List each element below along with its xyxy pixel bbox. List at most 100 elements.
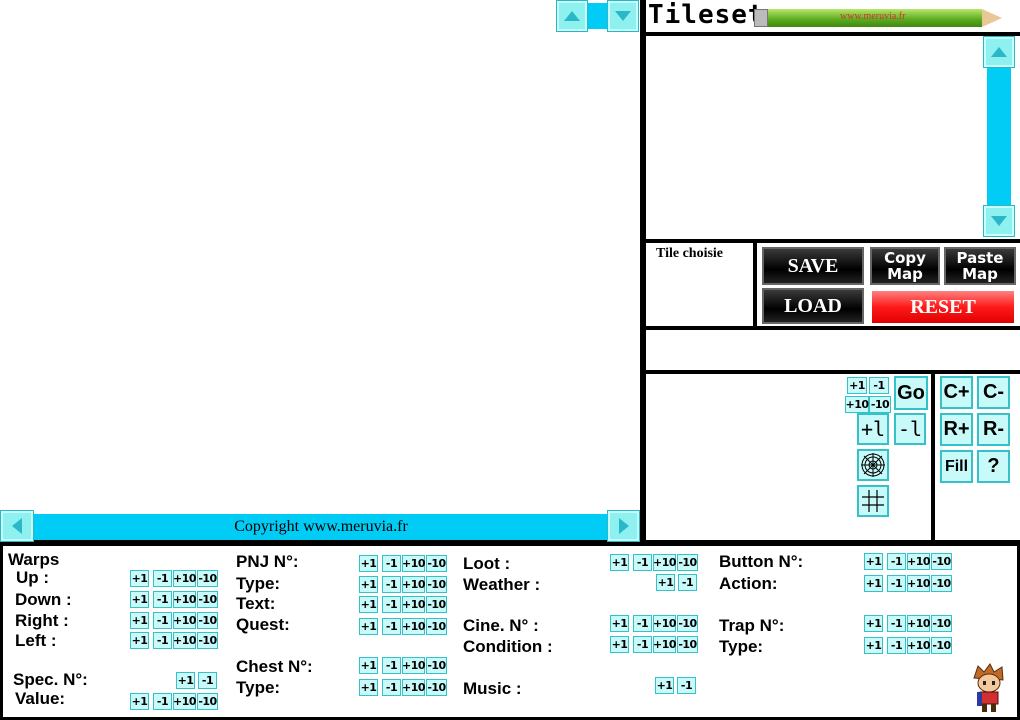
chest-type-minus10-button[interactable]: -10 [426, 679, 447, 696]
value-plus10-button[interactable]: +10 [173, 693, 197, 710]
warp-right-minus10-button[interactable]: -10 [197, 612, 218, 629]
go-button[interactable]: Go [894, 376, 928, 410]
action-minus1-button[interactable]: -1 [887, 575, 906, 592]
button-number-minus10-button[interactable]: -10 [931, 553, 952, 570]
column-add-button[interactable]: C+ [940, 376, 973, 409]
map-scroll-right-button[interactable] [607, 510, 640, 542]
chest-minus1-button[interactable]: -1 [382, 657, 401, 674]
pnj-type-plus10-button[interactable]: +10 [402, 576, 426, 593]
button-number-minus1-button[interactable]: -1 [887, 553, 906, 570]
warp-left-plus10-button[interactable]: +10 [173, 632, 197, 649]
cine-plus10-button[interactable]: +10 [653, 615, 677, 632]
loot-minus1-button[interactable]: -1 [633, 554, 652, 571]
chest-plus1-button[interactable]: +1 [359, 657, 378, 674]
weather-minus1-button[interactable]: -1 [678, 574, 697, 591]
quest-minus1-button[interactable]: -1 [382, 618, 401, 635]
condition-minus1-button[interactable]: -1 [633, 636, 652, 653]
tool-plus1-button[interactable]: +1 [847, 377, 867, 394]
chest-type-minus1-button[interactable]: -1 [382, 679, 401, 696]
condition-minus10-button[interactable]: -10 [677, 636, 698, 653]
pnj-text-minus10-button[interactable]: -10 [426, 596, 447, 613]
music-minus1-button[interactable]: -1 [677, 677, 696, 694]
row-add-button[interactable]: R+ [940, 413, 973, 446]
trap-plus1-button[interactable]: +1 [864, 615, 883, 632]
loot-plus1-button[interactable]: +1 [610, 554, 629, 571]
tileset-vertical-scrollbar[interactable] [987, 68, 1011, 206]
value-plus1-button[interactable]: +1 [130, 693, 149, 710]
warp-up-minus1-button[interactable]: -1 [153, 570, 172, 587]
loot-plus10-button[interactable]: +10 [653, 554, 677, 571]
fill-button[interactable]: Fill [940, 450, 973, 483]
map-horizontal-scrollbar[interactable]: Copyright www.meruvia.fr [34, 514, 608, 540]
pnj-type-minus10-button[interactable]: -10 [426, 576, 447, 593]
warp-left-minus10-button[interactable]: -10 [197, 632, 218, 649]
save-button[interactable]: SAVE [762, 247, 864, 285]
warp-up-plus10-button[interactable]: +10 [173, 570, 197, 587]
load-button[interactable]: LOAD [762, 288, 864, 324]
warp-down-minus1-button[interactable]: -1 [153, 591, 172, 608]
chest-type-plus1-button[interactable]: +1 [359, 679, 378, 696]
warp-right-plus1-button[interactable]: +1 [130, 612, 149, 629]
chest-plus10-button[interactable]: +10 [402, 657, 426, 674]
trap-type-minus1-button[interactable]: -1 [887, 637, 906, 654]
chest-type-plus10-button[interactable]: +10 [402, 679, 426, 696]
pnj-minus10-button[interactable]: -10 [426, 555, 447, 572]
trap-minus10-button[interactable]: -10 [931, 615, 952, 632]
pnj-plus1-button[interactable]: +1 [359, 555, 378, 572]
warp-up-plus1-button[interactable]: +1 [130, 570, 149, 587]
warp-down-plus1-button[interactable]: +1 [130, 591, 149, 608]
remove-layer-button[interactable]: -l [894, 413, 926, 445]
button-number-plus1-button[interactable]: +1 [864, 553, 883, 570]
map-scroll-up-button[interactable] [556, 0, 588, 32]
chest-minus10-button[interactable]: -10 [426, 657, 447, 674]
pnj-text-minus1-button[interactable]: -1 [382, 596, 401, 613]
trap-minus1-button[interactable]: -1 [887, 615, 906, 632]
tileset-scroll-up-button[interactable] [983, 36, 1015, 68]
tool-plus10-button[interactable]: +10 [845, 396, 869, 413]
action-plus1-button[interactable]: +1 [864, 575, 883, 592]
quest-plus10-button[interactable]: +10 [402, 618, 426, 635]
cine-minus10-button[interactable]: -10 [677, 615, 698, 632]
warp-down-plus10-button[interactable]: +10 [173, 591, 197, 608]
map-scroll-left-button[interactable] [0, 510, 34, 542]
pnj-text-plus1-button[interactable]: +1 [359, 596, 378, 613]
value-minus10-button[interactable]: -10 [197, 693, 218, 710]
trap-type-plus10-button[interactable]: +10 [907, 637, 931, 654]
add-layer-button[interactable]: +l [857, 413, 889, 445]
quest-plus1-button[interactable]: +1 [359, 618, 378, 635]
tileset-scroll-down-button[interactable] [983, 205, 1015, 237]
map-vertical-scrollbar[interactable] [588, 3, 608, 29]
tool-minus10-button[interactable]: -10 [869, 396, 891, 413]
action-minus10-button[interactable]: -10 [931, 575, 952, 592]
reset-button[interactable]: RESET [872, 291, 1014, 323]
warp-right-plus10-button[interactable]: +10 [173, 612, 197, 629]
warp-down-minus10-button[interactable]: -10 [197, 591, 218, 608]
trap-type-plus1-button[interactable]: +1 [864, 637, 883, 654]
help-button[interactable]: ? [977, 450, 1010, 483]
grid-button[interactable] [857, 485, 889, 517]
warp-right-minus1-button[interactable]: -1 [153, 612, 172, 629]
pnj-minus1-button[interactable]: -1 [382, 555, 401, 572]
button-number-plus10-button[interactable]: +10 [907, 553, 931, 570]
cine-minus1-button[interactable]: -1 [633, 615, 652, 632]
value-minus1-button[interactable]: -1 [153, 693, 172, 710]
column-remove-button[interactable]: C- [977, 376, 1010, 409]
map-scroll-down-button[interactable] [607, 0, 639, 32]
loot-minus10-button[interactable]: -10 [677, 554, 698, 571]
web-button[interactable] [857, 449, 889, 481]
music-plus1-button[interactable]: +1 [655, 677, 674, 694]
weather-plus1-button[interactable]: +1 [656, 574, 675, 591]
pnj-plus10-button[interactable]: +10 [402, 555, 426, 572]
warp-up-minus10-button[interactable]: -10 [197, 570, 218, 587]
row-remove-button[interactable]: R- [977, 413, 1010, 446]
action-plus10-button[interactable]: +10 [907, 575, 931, 592]
trap-plus10-button[interactable]: +10 [907, 615, 931, 632]
trap-type-minus10-button[interactable]: -10 [931, 637, 952, 654]
pnj-type-minus1-button[interactable]: -1 [382, 576, 401, 593]
spec-minus1-button[interactable]: -1 [198, 672, 217, 689]
cine-plus1-button[interactable]: +1 [610, 615, 629, 632]
tool-minus1-button[interactable]: -1 [869, 377, 889, 394]
condition-plus10-button[interactable]: +10 [653, 636, 677, 653]
spec-plus1-button[interactable]: +1 [176, 672, 195, 689]
condition-plus1-button[interactable]: +1 [610, 636, 629, 653]
